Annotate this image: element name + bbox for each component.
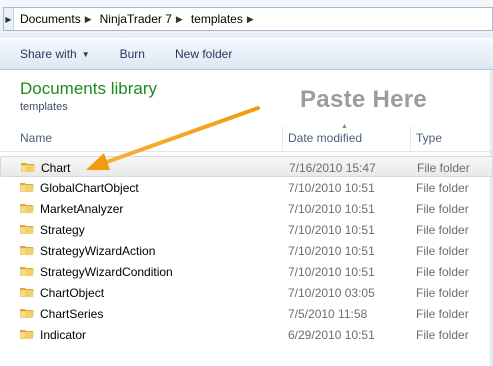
file-row[interactable]: ChartSeries 7/5/2010 11:58 File folder bbox=[0, 303, 493, 324]
column-divider[interactable] bbox=[282, 126, 283, 150]
folder-icon bbox=[20, 288, 34, 297]
column-divider[interactable] bbox=[410, 126, 411, 150]
file-date: 7/10/2010 10:51 bbox=[288, 181, 375, 195]
share-with-label: Share with bbox=[20, 47, 77, 61]
file-date: 7/10/2010 10:51 bbox=[288, 265, 375, 279]
file-row[interactable]: Chart 7/16/2010 15:47 File folder bbox=[0, 156, 493, 177]
file-name: ChartObject bbox=[40, 286, 105, 300]
folder-icon bbox=[20, 267, 34, 276]
folder-icon bbox=[20, 183, 34, 192]
breadcrumb-label: Documents bbox=[20, 12, 81, 26]
address-bar[interactable]: ▶ Documents ▶ NinjaTrader 7 ▶ templates … bbox=[3, 7, 493, 31]
burn-button[interactable]: Burn bbox=[120, 47, 145, 61]
file-type: File folder bbox=[416, 181, 469, 195]
paste-here-annotation: Paste Here bbox=[300, 86, 428, 113]
share-with-button[interactable]: Share with ▼ bbox=[20, 47, 90, 61]
file-row[interactable]: ChartObject 7/10/2010 03:05 File folder bbox=[0, 282, 493, 303]
file-row[interactable]: StrategyWizardAction 7/10/2010 10:51 File … bbox=[0, 240, 493, 261]
breadcrumb-label: NinjaTrader 7 bbox=[99, 12, 172, 26]
breadcrumb-templates[interactable]: templates ▶ bbox=[185, 12, 256, 26]
command-bar: Share with ▼ Burn New folder bbox=[0, 38, 493, 70]
file-name: MarketAnalyzer bbox=[40, 202, 124, 216]
file-type: File folder bbox=[416, 202, 469, 216]
file-row[interactable]: MarketAnalyzer 7/10/2010 10:51 File folder bbox=[0, 198, 493, 219]
burn-label: Burn bbox=[119, 47, 145, 61]
column-header-date[interactable]: Date modified bbox=[288, 124, 362, 152]
folder-icon bbox=[20, 330, 34, 339]
file-type: File folder bbox=[416, 307, 469, 321]
chevron-right-icon[interactable]: ▶ bbox=[85, 14, 94, 25]
file-name: ChartSeries bbox=[40, 307, 104, 321]
dropdown-caret-icon: ▼ bbox=[81, 49, 90, 59]
breadcrumb-documents[interactable]: Documents ▶ bbox=[14, 12, 94, 26]
file-name: Indicator bbox=[40, 328, 87, 342]
chevron-right-icon[interactable]: ▶ bbox=[247, 14, 256, 25]
file-date: 7/10/2010 10:51 bbox=[288, 202, 375, 216]
column-header-type[interactable]: Type bbox=[416, 124, 442, 152]
folder-icon bbox=[20, 309, 34, 318]
file-date: 7/10/2010 03:05 bbox=[288, 286, 375, 300]
file-row[interactable]: StrategyWizardCondition 7/10/2010 10:51 Fi… bbox=[0, 261, 493, 282]
library-subtitle: templates bbox=[20, 101, 68, 113]
address-bar-area: ▶ Documents ▶ NinjaTrader 7 ▶ templates … bbox=[0, 0, 493, 38]
file-date: 7/16/2010 15:47 bbox=[289, 161, 376, 175]
chevron-right-icon[interactable]: ▶ bbox=[176, 14, 185, 25]
file-type: File folder bbox=[416, 265, 469, 279]
file-type: File folder bbox=[416, 286, 469, 300]
file-name: Strategy bbox=[40, 223, 85, 237]
new-folder-label: New folder bbox=[174, 47, 233, 61]
file-type: File folder bbox=[416, 244, 469, 258]
folder-icon bbox=[20, 246, 34, 255]
folder-icon bbox=[21, 163, 35, 172]
column-header-row: Name ▲ Date modified Type bbox=[0, 123, 493, 152]
file-name: StrategyWizardCondition bbox=[40, 265, 173, 279]
file-type: File folder bbox=[416, 223, 469, 237]
breadcrumb-ninjatrader[interactable]: NinjaTrader 7 ▶ bbox=[94, 12, 185, 26]
folder-icon bbox=[20, 225, 34, 234]
file-name: GlobalChartObject bbox=[40, 181, 139, 195]
file-type: File folder bbox=[416, 328, 469, 342]
file-type: File folder bbox=[417, 161, 470, 175]
file-row[interactable]: Strategy 7/10/2010 10:51 File folder bbox=[0, 219, 493, 240]
library-title: Documents library bbox=[20, 79, 157, 98]
file-row[interactable]: GlobalChartObject 7/10/2010 10:51 File fol… bbox=[0, 177, 493, 198]
new-folder-button[interactable]: New folder bbox=[175, 47, 232, 61]
expand-arrow-icon[interactable]: ▶ bbox=[4, 8, 14, 30]
file-list: Chart 7/16/2010 15:47 File folder GlobalCha… bbox=[0, 156, 493, 345]
file-name: Chart bbox=[41, 161, 71, 175]
folder-icon bbox=[20, 204, 34, 213]
breadcrumb-label: templates bbox=[190, 12, 243, 26]
file-date: 7/5/2010 11:58 bbox=[288, 307, 368, 321]
file-date: 6/29/2010 10:51 bbox=[288, 328, 375, 342]
file-name: StrategyWizardAction bbox=[40, 244, 156, 258]
file-row[interactable]: Indicator 6/29/2010 10:51 File folder bbox=[0, 324, 493, 345]
file-date: 7/10/2010 10:51 bbox=[288, 223, 375, 237]
file-date: 7/10/2010 10:51 bbox=[288, 244, 375, 258]
column-header-name[interactable]: Name bbox=[20, 124, 52, 152]
